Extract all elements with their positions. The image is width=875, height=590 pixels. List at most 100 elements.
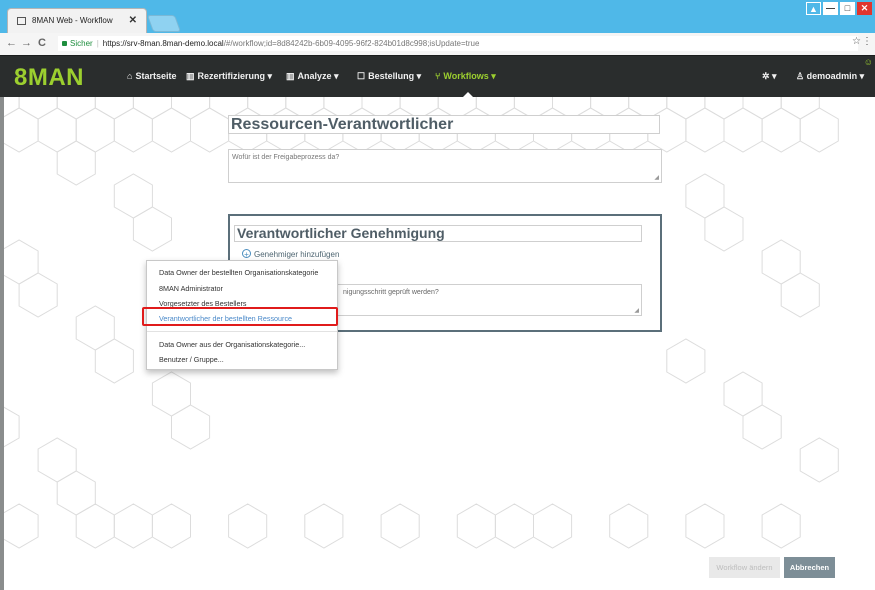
browser-tab[interactable]: 8MAN Web - Workflow ✕ xyxy=(7,8,147,33)
hexagon-shape xyxy=(37,107,77,153)
hexagon-shape xyxy=(18,97,58,120)
hexagon-shape xyxy=(75,503,115,549)
browser-titlebar: 8MAN Web - Workflow ✕ ▲ — □ ✕ xyxy=(0,0,875,33)
hexagon-shape xyxy=(666,338,706,384)
hexagon-shape xyxy=(228,503,268,549)
hexagon-shape xyxy=(704,97,744,120)
hexagon-shape xyxy=(56,97,96,120)
maximize-button[interactable]: □ xyxy=(840,2,855,15)
hexagon-shape xyxy=(132,206,172,252)
nav-label: Workflows ▾ xyxy=(443,71,496,81)
hexagon-shape xyxy=(18,272,58,318)
dropdown-item-8man-admin[interactable]: 8MAN Administrator xyxy=(159,284,223,293)
browser-menu-icon[interactable]: ⋮ xyxy=(862,36,872,47)
hexagon-shape xyxy=(171,97,211,120)
add-circle-icon: + xyxy=(242,249,251,259)
hexagon-shape xyxy=(761,503,801,549)
highlight-annotation-box xyxy=(142,307,338,326)
notification-icon[interactable]: ☺ xyxy=(864,57,873,67)
hexagon-shape xyxy=(0,107,39,153)
hexagon-shape xyxy=(56,140,96,186)
profile-icon[interactable]: ▲ xyxy=(806,2,821,15)
secure-label: Sicher xyxy=(70,39,93,48)
hexagon-shape xyxy=(304,503,344,549)
bookmark-star-icon[interactable]: ☆ xyxy=(852,36,861,47)
step-title-input[interactable]: Verantwortlicher Genehmigung xyxy=(234,225,642,242)
nav-analyze[interactable]: ▥ Analyze ▾ xyxy=(286,71,339,82)
hexagon-shape xyxy=(666,97,706,120)
hexagon-shape xyxy=(190,107,230,153)
hexagon-shape xyxy=(494,503,534,549)
dropdown-item-data-owner-from-category[interactable]: Data Owner aus der Organisationskategori… xyxy=(159,340,305,349)
nav-startseite[interactable]: ⌂ Startseite xyxy=(127,71,176,81)
hexagon-shape xyxy=(380,503,420,549)
nav-workflows[interactable]: ⑂ Workflows ▾ xyxy=(435,71,496,82)
url-separator: | xyxy=(96,39,99,48)
chart-icon: ▥ xyxy=(186,71,195,81)
hexagon-shape xyxy=(37,437,77,483)
brand-logo[interactable]: 8MAN xyxy=(14,64,84,92)
user-menu[interactable]: ♙ demoadmin ▾ xyxy=(796,71,864,82)
workflow-icon: ⑂ xyxy=(435,71,441,81)
hexagon-shape xyxy=(151,371,191,417)
workflow-description-input[interactable]: Wofür ist der Freigabeprozess da? ◢ xyxy=(228,149,662,183)
tab-close-icon[interactable]: ✕ xyxy=(129,9,137,33)
hexagon-shape xyxy=(742,97,782,120)
workflow-title-input[interactable]: Ressourcen-Verantwortlicher xyxy=(228,115,660,134)
hexagon-shape xyxy=(113,173,153,219)
change-workflow-button[interactable]: Workflow ändern xyxy=(709,557,780,578)
lock-icon xyxy=(62,41,67,46)
app-navbar: 8MAN ⌂ Startseite ▥ Rezertifizierung ▾ ▥ An… xyxy=(0,55,875,98)
dropdown-divider xyxy=(147,331,337,332)
resize-handle-icon[interactable]: ◢ xyxy=(634,307,639,314)
nav-rezertifizierung[interactable]: ▥ Rezertifizierung ▾ xyxy=(186,71,272,82)
new-tab-button[interactable] xyxy=(146,15,182,32)
dropdown-item-user-group[interactable]: Benutzer / Gruppe... xyxy=(159,355,224,364)
forward-arrow-icon[interactable]: → xyxy=(21,37,32,49)
left-edge-bar xyxy=(0,97,4,590)
hexagon-shape xyxy=(0,503,39,549)
hexagon-shape xyxy=(151,107,191,153)
hexagon-shape xyxy=(151,503,191,549)
hexagon-shape xyxy=(609,503,649,549)
close-window-button[interactable]: ✕ xyxy=(857,2,872,15)
hexagon-shape xyxy=(723,371,763,417)
hexagon-shape xyxy=(456,503,496,549)
hexagon-shape xyxy=(685,173,725,219)
add-approver-label: Genehmiger hinzufügen xyxy=(254,250,340,259)
analyze-icon: ▥ xyxy=(286,71,295,81)
nav-label: Analyze ▾ xyxy=(297,71,339,81)
hexagon-shape xyxy=(113,107,153,153)
cancel-button[interactable]: Abbrechen xyxy=(784,557,835,578)
hexagon-shape xyxy=(113,503,153,549)
hexagon-shape xyxy=(56,470,96,516)
step-description-text: nigungsschritt geprüft werden? xyxy=(343,289,439,296)
nav-bestellung[interactable]: ☐ Bestellung ▾ xyxy=(357,71,421,82)
resize-handle-icon[interactable]: ◢ xyxy=(654,174,659,181)
hexagon-shape xyxy=(0,239,39,285)
reload-icon[interactable]: C xyxy=(38,37,46,49)
description-placeholder: Wofür ist der Freigabeprozess da? xyxy=(232,154,340,161)
hexagon-shape xyxy=(723,107,763,153)
url-host: https://srv-8man.8man-demo.local xyxy=(102,39,224,48)
hexagon-shape xyxy=(132,97,172,120)
url-field[interactable]: Sicher | https://srv-8man.8man-demo.local/… xyxy=(58,36,858,51)
settings-menu[interactable]: ✲ ▾ xyxy=(762,71,777,82)
hexagon-shape xyxy=(685,503,725,549)
hexagon-shape xyxy=(799,107,839,153)
window-controls: ▲ — □ ✕ xyxy=(806,2,872,15)
minimize-button[interactable]: — xyxy=(823,2,838,15)
hexagon-shape xyxy=(761,107,801,153)
nav-label: Bestellung ▾ xyxy=(368,71,422,81)
hexagon-shape xyxy=(780,97,820,120)
back-arrow-icon[interactable]: ← xyxy=(6,37,17,49)
url-path: /#/workflow;id=8d84242b-6b09-4095-96f2-8… xyxy=(223,39,480,48)
add-approver-link[interactable]: + Genehmiger hinzufügen xyxy=(242,249,339,259)
hexagon-shape xyxy=(94,338,134,384)
hexagon-shape xyxy=(742,404,782,450)
hexagon-shape xyxy=(685,107,725,153)
hexagon-shape xyxy=(780,272,820,318)
hexagon-shape xyxy=(704,206,744,252)
nav-label: Startseite xyxy=(135,71,177,81)
dropdown-item-data-owner-category[interactable]: Data Owner der bestellten Organisationsk… xyxy=(159,268,318,277)
